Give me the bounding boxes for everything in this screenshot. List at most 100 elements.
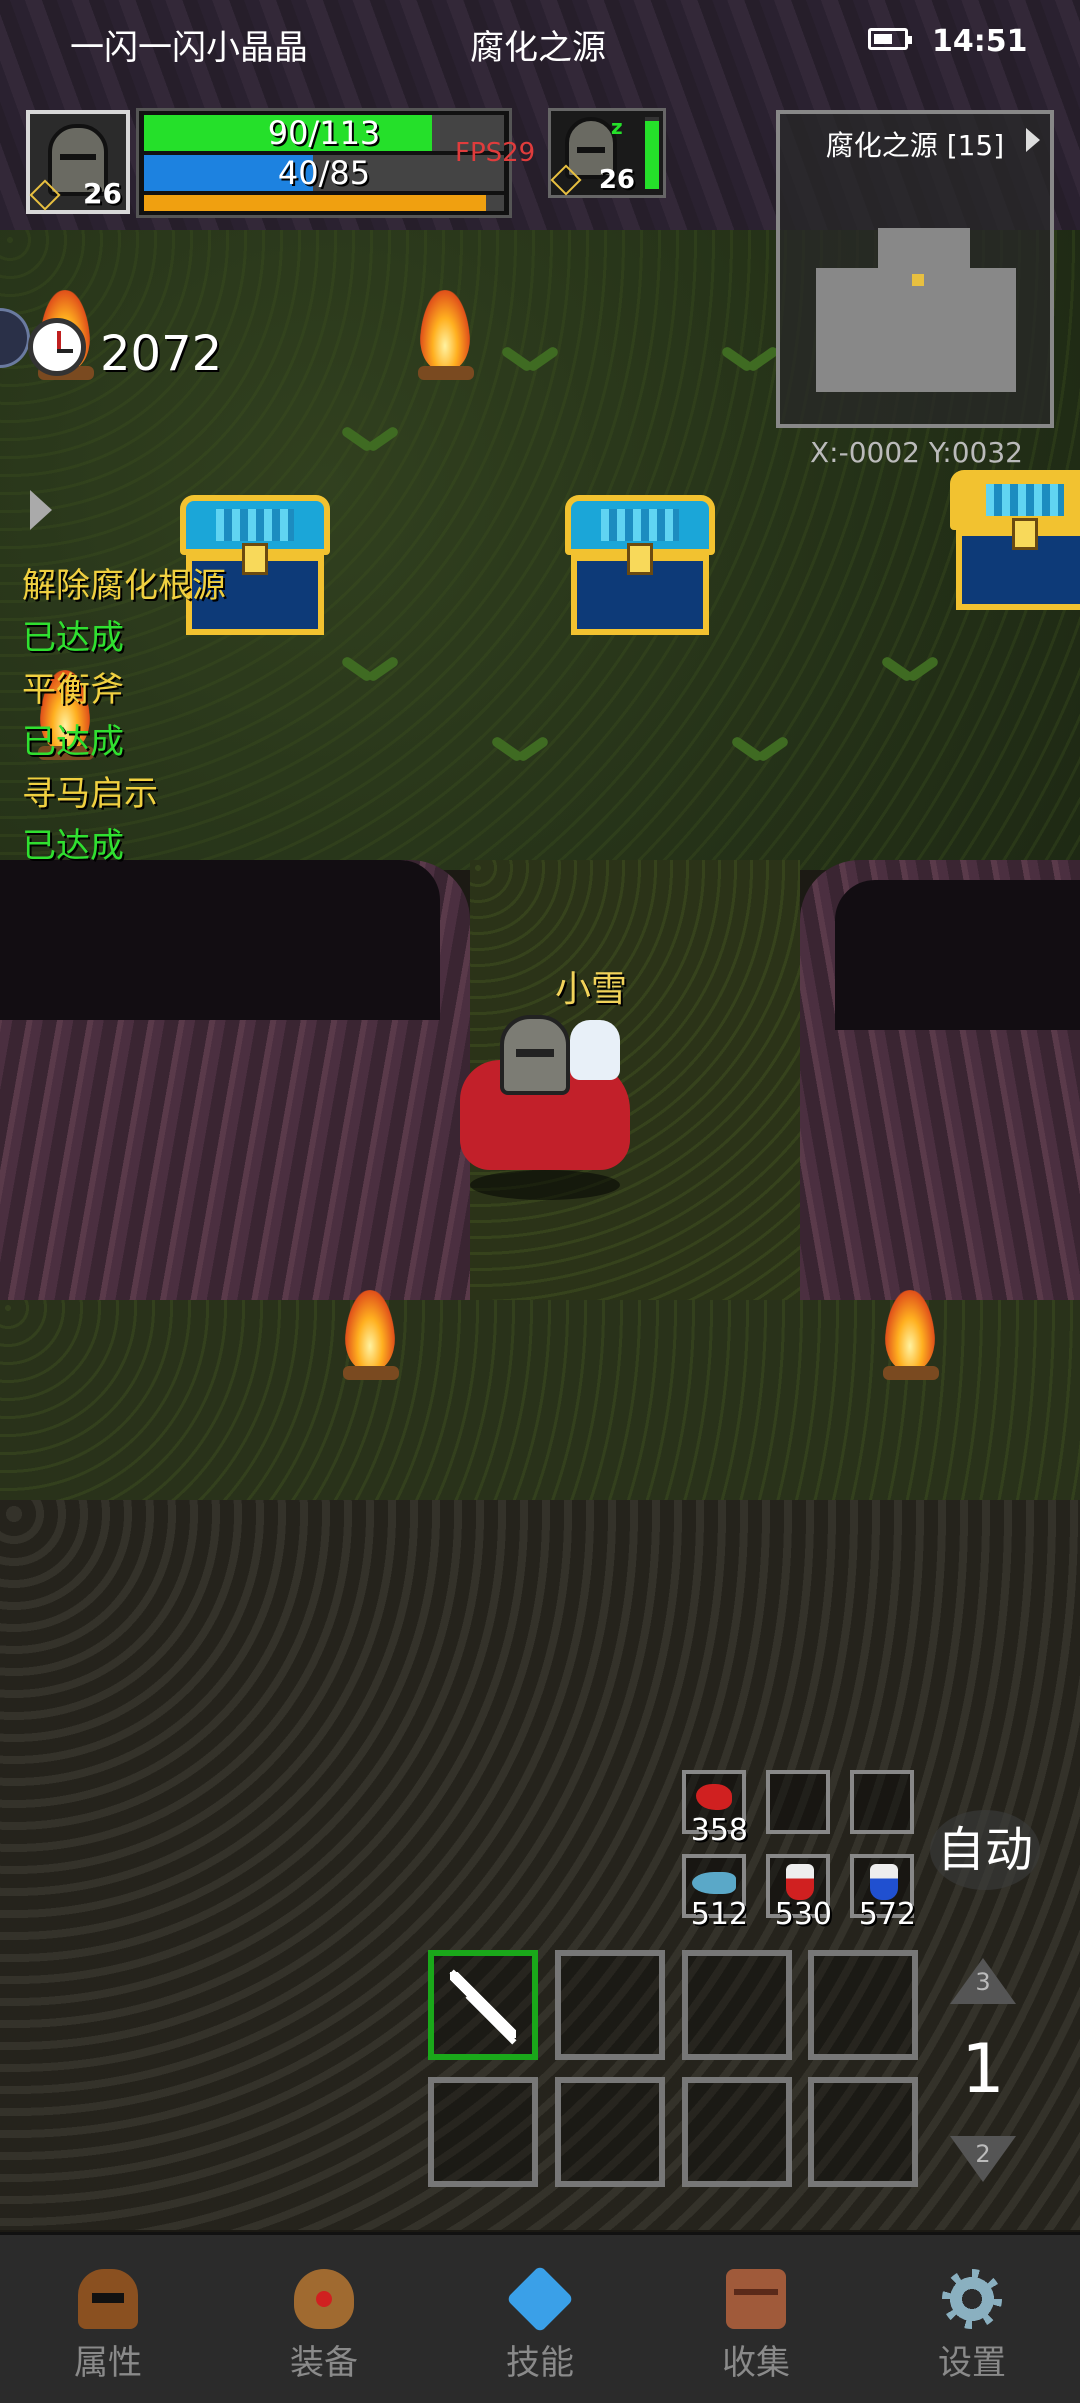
minimap-title: 腐化之源 [15]	[825, 129, 1005, 162]
skill-page-current: 1	[961, 2030, 1005, 2109]
quick-item-slot[interactable]: 530	[766, 1854, 832, 1932]
nav-skills[interactable]: 技能	[432, 2235, 648, 2403]
bag-icon	[294, 2269, 354, 2329]
treasure-chest[interactable]	[950, 470, 1080, 610]
pet-level: 26	[598, 165, 635, 195]
quest-tracker[interactable]: 解除腐化根源 已达成 平衡斧 已达成 寻马启示 已达成	[22, 560, 226, 872]
item-count: 572	[858, 1897, 916, 1932]
multi-arrow-skill-icon	[450, 1972, 516, 2038]
item-count: 530	[774, 1897, 832, 1932]
player-level: 26	[83, 177, 122, 210]
mp-bar: 40/85	[144, 155, 504, 191]
quick-item-slot[interactable]: 512	[682, 1854, 748, 1932]
quest-status: 已达成	[22, 618, 124, 658]
quick-item-slot[interactable]: 572	[850, 1854, 916, 1932]
pet-portrait[interactable]: z 26	[548, 108, 666, 198]
nav-label: 收集	[722, 2343, 790, 2383]
fish-icon	[692, 1872, 736, 1894]
minimap[interactable]: 腐化之源 [15]	[776, 110, 1054, 428]
nav-collection[interactable]: 收集	[648, 2235, 864, 2403]
nav-label: 技能	[506, 2343, 574, 2383]
battery-icon	[868, 28, 912, 50]
campfire	[410, 270, 480, 380]
nav-label: 装备	[290, 2343, 358, 2383]
gear-icon	[942, 2269, 1002, 2329]
plant-sprout	[500, 340, 560, 380]
xp-fill	[144, 195, 486, 211]
quest-expand-icon[interactable]	[30, 490, 52, 530]
book-icon	[726, 2269, 786, 2329]
item-count: 512	[690, 1897, 748, 1932]
skill-slot[interactable]	[428, 1950, 538, 2060]
plant-sprout	[490, 730, 550, 770]
minimap-room	[878, 228, 970, 268]
item-count: 358	[690, 1813, 748, 1848]
nav-label: 属性	[74, 2343, 142, 2383]
skill-slot[interactable]	[808, 1950, 918, 2060]
health-potion-icon	[786, 1864, 814, 1900]
pet-hp-bar	[645, 117, 659, 189]
location-label: 腐化之源	[470, 28, 606, 68]
pet-hp-fill	[645, 120, 659, 189]
mana-potion-icon	[870, 1864, 898, 1900]
xp-bar	[144, 195, 504, 211]
plant-sprout	[880, 650, 940, 690]
player-portrait[interactable]: 26	[26, 110, 130, 214]
pet-companion	[570, 1020, 620, 1080]
helmet-icon	[78, 2269, 138, 2329]
chasm-left	[0, 860, 440, 1020]
status-bar: 一闪一闪小晶晶 腐化之源 14:51	[0, 0, 1080, 90]
minimap-expand-icon[interactable]	[1026, 128, 1040, 152]
quest-status: 已达成	[22, 722, 124, 762]
gem-icon	[506, 2265, 574, 2333]
hp-bar: 90/113	[144, 115, 504, 151]
skill-slot[interactable]	[682, 2077, 792, 2187]
auto-battle-button[interactable]: 自动	[930, 1810, 1040, 1890]
quest-status: 已达成	[22, 826, 124, 866]
quick-item-slot[interactable]: 358	[682, 1770, 748, 1848]
page-down-number: 2	[975, 2140, 991, 2168]
fps-counter: FPS29	[455, 138, 536, 168]
skill-slot[interactable]	[682, 1950, 792, 2060]
bottom-nav: 属性 装备 技能 收集 设置	[0, 2232, 1080, 2403]
sleep-icon: z	[611, 115, 623, 139]
player-shadow	[470, 1170, 620, 1200]
cobblestone-ground	[0, 1500, 1080, 2230]
player-name: 小雪	[555, 969, 628, 1010]
minimap-player-marker	[912, 274, 924, 286]
plant-sprout	[340, 650, 400, 690]
plant-sprout	[730, 730, 790, 770]
nav-settings[interactable]: 设置	[864, 2235, 1080, 2403]
clock: 14:51	[932, 24, 1028, 59]
knight-helmet	[500, 1015, 570, 1095]
nav-equipment[interactable]: 装备	[216, 2235, 432, 2403]
carrier-label: 一闪一闪小晶晶	[70, 28, 308, 68]
skill-slot[interactable]	[428, 2077, 538, 2187]
alarm-clock-icon	[28, 318, 86, 376]
skill-slot[interactable]	[555, 2077, 665, 2187]
campfire	[335, 1270, 405, 1380]
treasure-chest[interactable]	[565, 495, 715, 635]
skill-slot[interactable]	[555, 1950, 665, 2060]
minimap-room	[816, 268, 1016, 392]
campfire	[875, 1270, 945, 1380]
quest-name[interactable]: 解除腐化根源	[22, 560, 226, 612]
plant-sprout	[340, 420, 400, 460]
chasm-right	[835, 880, 1080, 1030]
skill-page-down-button[interactable]: 2	[950, 2136, 1016, 2182]
nav-attributes[interactable]: 属性	[0, 2235, 216, 2403]
quest-name[interactable]: 平衡斧	[22, 664, 226, 716]
timer-value: 2072	[100, 326, 223, 382]
quest-name[interactable]: 寻马启示	[22, 768, 226, 820]
nav-label: 设置	[938, 2343, 1006, 2383]
quick-item-slot[interactable]	[850, 1770, 914, 1834]
quick-item-slot[interactable]	[766, 1770, 830, 1834]
player-character[interactable]: 小雪	[420, 960, 660, 1220]
skill-page-up-button[interactable]: 3	[950, 1958, 1016, 2004]
player-coordinates: X:-0002 Y:0032	[810, 436, 1023, 469]
skill-slot[interactable]	[808, 2077, 918, 2187]
meat-icon	[696, 1784, 732, 1810]
hp-text: 90/113	[267, 114, 381, 152]
mp-text: 40/85	[277, 154, 371, 192]
page-up-number: 3	[975, 1968, 991, 1996]
